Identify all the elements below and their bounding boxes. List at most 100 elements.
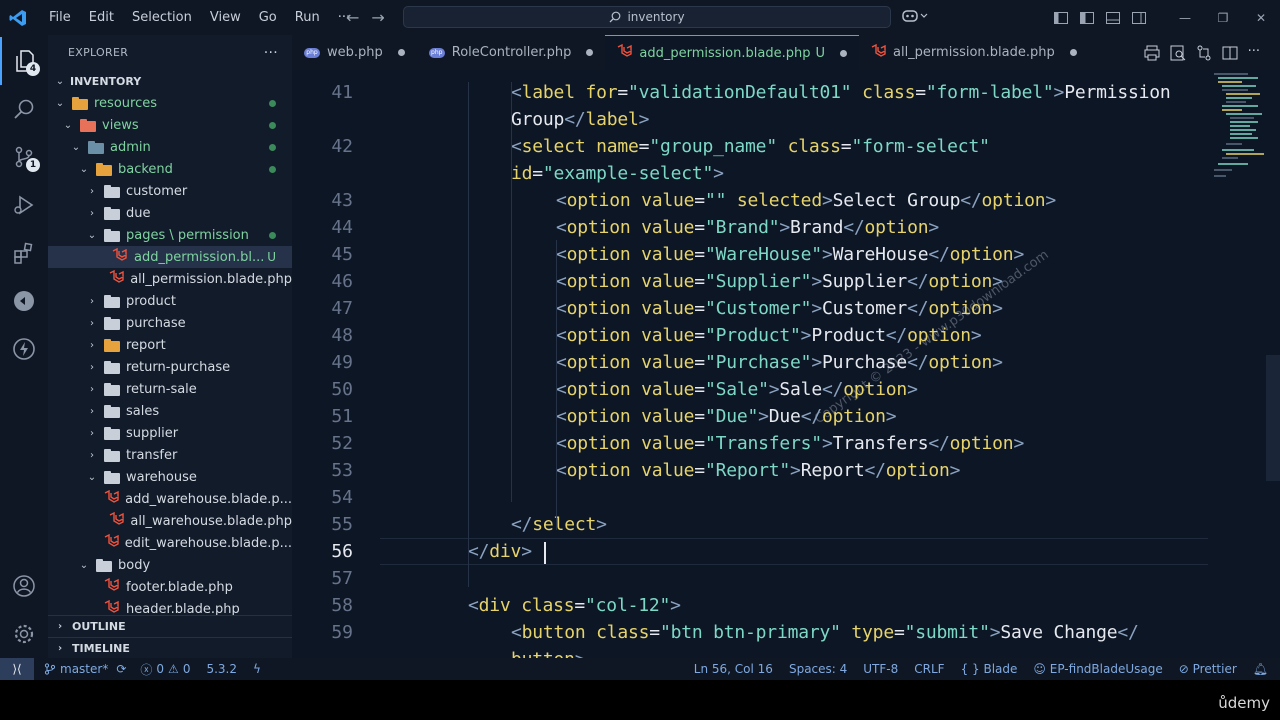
restore-window-icon[interactable]: ❐ bbox=[1204, 0, 1242, 35]
file-item[interactable]: add_warehouse.blade.p... bbox=[48, 488, 292, 510]
editor-scrollbar-thumb[interactable] bbox=[1266, 355, 1280, 481]
version-indicator[interactable]: 5.3.2 bbox=[206, 662, 237, 676]
copilot-icon[interactable] bbox=[902, 9, 928, 27]
chevron-right-icon[interactable]: › bbox=[84, 450, 100, 461]
minimize-window-icon[interactable]: — bbox=[1166, 0, 1204, 35]
code-editor[interactable]: Copyright © 2023 - www.p30download.com 4… bbox=[292, 70, 1280, 658]
forward-arrow-icon[interactable]: → bbox=[371, 8, 384, 27]
chevron-right-icon[interactable]: › bbox=[84, 384, 100, 395]
folder-item[interactable]: › purchase bbox=[48, 312, 292, 334]
chevron-right-icon[interactable]: › bbox=[84, 362, 100, 373]
remote-indicator-icon[interactable]: ⟩⟨ bbox=[0, 658, 34, 680]
menu-item-go[interactable]: Go bbox=[250, 10, 286, 25]
language-mode[interactable]: { } Blade bbox=[961, 662, 1018, 676]
tab-dirty-close-icon[interactable] bbox=[397, 49, 405, 56]
folder-item[interactable]: › return-sale bbox=[48, 378, 292, 400]
chevron-down-icon[interactable]: ⌄ bbox=[60, 120, 76, 131]
more-actions-icon[interactable]: ··· bbox=[1248, 45, 1260, 61]
explorer-icon[interactable]: 4 bbox=[0, 37, 48, 85]
print-icon[interactable] bbox=[1144, 45, 1160, 61]
editor-tab[interactable]: all_permission.blade.php bbox=[859, 35, 1089, 70]
search-icon[interactable] bbox=[0, 85, 48, 133]
folder-item[interactable]: › customer bbox=[48, 180, 292, 202]
git-branch[interactable]: master* ⟳ bbox=[44, 662, 126, 676]
folder-item[interactable]: › return-purchase bbox=[48, 356, 292, 378]
code-line[interactable]: <option value="Customer">Customer</optio… bbox=[556, 298, 1003, 319]
file-item[interactable]: add_permission.bl... U bbox=[48, 246, 292, 268]
chevron-right-icon[interactable]: › bbox=[84, 296, 100, 307]
file-item[interactable]: footer.blade.php bbox=[48, 576, 292, 598]
chevron-down-icon[interactable]: ⌄ bbox=[52, 98, 68, 109]
code-line[interactable]: <option value="Supplier">Supplier</optio… bbox=[556, 271, 1003, 292]
explorer-more-actions[interactable]: ··· bbox=[264, 45, 278, 61]
chevron-right-icon[interactable]: › bbox=[84, 406, 100, 417]
extension-status[interactable]: ☺ EP-findBladeUsage bbox=[1033, 662, 1162, 676]
editor-tab[interactable]: php RoleController.php bbox=[417, 35, 606, 70]
compare-changes-icon[interactable] bbox=[1196, 45, 1212, 61]
code-line[interactable]: <div class="col-12"> bbox=[468, 595, 681, 616]
folder-item[interactable]: › transfer bbox=[48, 444, 292, 466]
timeline-section[interactable]: › TIMELINE bbox=[48, 637, 292, 658]
folder-item[interactable]: › sales bbox=[48, 400, 292, 422]
thunder-client-icon[interactable] bbox=[0, 325, 48, 373]
folder-item[interactable]: › report bbox=[48, 334, 292, 356]
sync-icon[interactable]: ⟳ bbox=[116, 662, 126, 676]
accounts-icon[interactable] bbox=[0, 562, 48, 610]
encoding[interactable]: UTF-8 bbox=[863, 662, 898, 676]
folder-item[interactable]: › product bbox=[48, 290, 292, 312]
file-item[interactable]: all_permission.blade.php bbox=[48, 268, 292, 290]
code-line[interactable]: <select name="group_name" class="form-se… bbox=[511, 136, 990, 157]
folder-item[interactable]: › due bbox=[48, 202, 292, 224]
chevron-down-icon[interactable]: ⌄ bbox=[76, 164, 92, 175]
code-line[interactable]: <option value="WareHouse">WareHouse</opt… bbox=[556, 244, 1024, 265]
tab-dirty-close-icon[interactable] bbox=[1069, 49, 1077, 56]
split-editor-icon[interactable] bbox=[1222, 45, 1238, 61]
code-line[interactable]: id="example-select"> bbox=[511, 163, 724, 184]
folder-item[interactable]: ⌄ warehouse bbox=[48, 466, 292, 488]
find-in-file-icon[interactable] bbox=[1170, 45, 1186, 61]
folder-item[interactable]: ⌄ pages \ permission bbox=[48, 224, 292, 246]
chevron-right-icon[interactable]: › bbox=[84, 186, 100, 197]
toggle-primary-sidebar-icon[interactable] bbox=[1074, 0, 1100, 35]
menu-item-edit[interactable]: Edit bbox=[80, 10, 123, 25]
folder-item[interactable]: ⌄ admin bbox=[48, 136, 292, 158]
code-line[interactable]: Group</label> bbox=[511, 109, 649, 130]
code-line[interactable]: <option value="Sale">Sale</option> bbox=[556, 379, 918, 400]
folder-item[interactable]: ⌄ resources bbox=[48, 92, 292, 114]
file-item[interactable]: all_warehouse.blade.php bbox=[48, 510, 292, 532]
code-line[interactable]: <option value="Brand">Brand</option> bbox=[556, 217, 939, 238]
command-center-search[interactable]: inventory bbox=[403, 6, 891, 28]
folder-item[interactable]: ⌄ backend bbox=[48, 158, 292, 180]
problems-indicator[interactable]: ⓧ 0 ⚠ 0 bbox=[140, 661, 190, 678]
chevron-down-icon[interactable]: ⌄ bbox=[84, 472, 100, 483]
run-debug-icon[interactable] bbox=[0, 181, 48, 229]
chevron-down-icon[interactable]: ⌄ bbox=[84, 230, 100, 241]
outline-section[interactable]: › OUTLINE bbox=[48, 615, 292, 637]
editor-tab[interactable]: add_permission.blade.php U bbox=[605, 35, 859, 70]
code-line[interactable]: <option value="Report">Report</option> bbox=[556, 460, 960, 481]
extensions-icon[interactable] bbox=[0, 229, 48, 277]
cursor-position[interactable]: Ln 56, Col 16 bbox=[694, 662, 773, 676]
code-line[interactable]: </select> bbox=[511, 514, 607, 535]
lightning-icon[interactable]: ϟ bbox=[253, 662, 261, 676]
menu-item-view[interactable]: View bbox=[201, 10, 250, 25]
menu-item-file[interactable]: File bbox=[40, 10, 80, 25]
file-item[interactable]: edit_warehouse.blade.p... bbox=[48, 532, 292, 554]
code-line[interactable]: <option value="" selected>Select Group</… bbox=[556, 190, 1056, 211]
prettier-status[interactable]: ⊘ Prettier bbox=[1179, 662, 1237, 676]
tab-dirty-close-icon[interactable] bbox=[586, 49, 594, 56]
code-line[interactable]: button> bbox=[511, 649, 586, 658]
folder-item[interactable]: ⌄ views bbox=[48, 114, 292, 136]
code-line[interactable]: <option value="Transfers">Transfers</opt… bbox=[556, 433, 1024, 454]
settings-gear-icon[interactable] bbox=[0, 610, 48, 658]
close-window-icon[interactable]: ✕ bbox=[1242, 0, 1280, 35]
indentation[interactable]: Spaces: 4 bbox=[789, 662, 847, 676]
code-line[interactable]: <option value="Purchase">Purchase</optio… bbox=[556, 352, 1003, 373]
menu-item-selection[interactable]: Selection bbox=[123, 10, 201, 25]
code-line[interactable]: <option value="Due">Due</option> bbox=[556, 406, 897, 427]
folder-item[interactable]: › supplier bbox=[48, 422, 292, 444]
back-arrow-icon[interactable]: ← bbox=[346, 8, 359, 27]
chevron-down-icon[interactable]: ⌄ bbox=[68, 142, 84, 153]
code-line[interactable]: <label for="validationDefault01" class="… bbox=[511, 82, 1171, 103]
code-line[interactable]: <button class="btn btn-primary" type="su… bbox=[511, 622, 1139, 643]
